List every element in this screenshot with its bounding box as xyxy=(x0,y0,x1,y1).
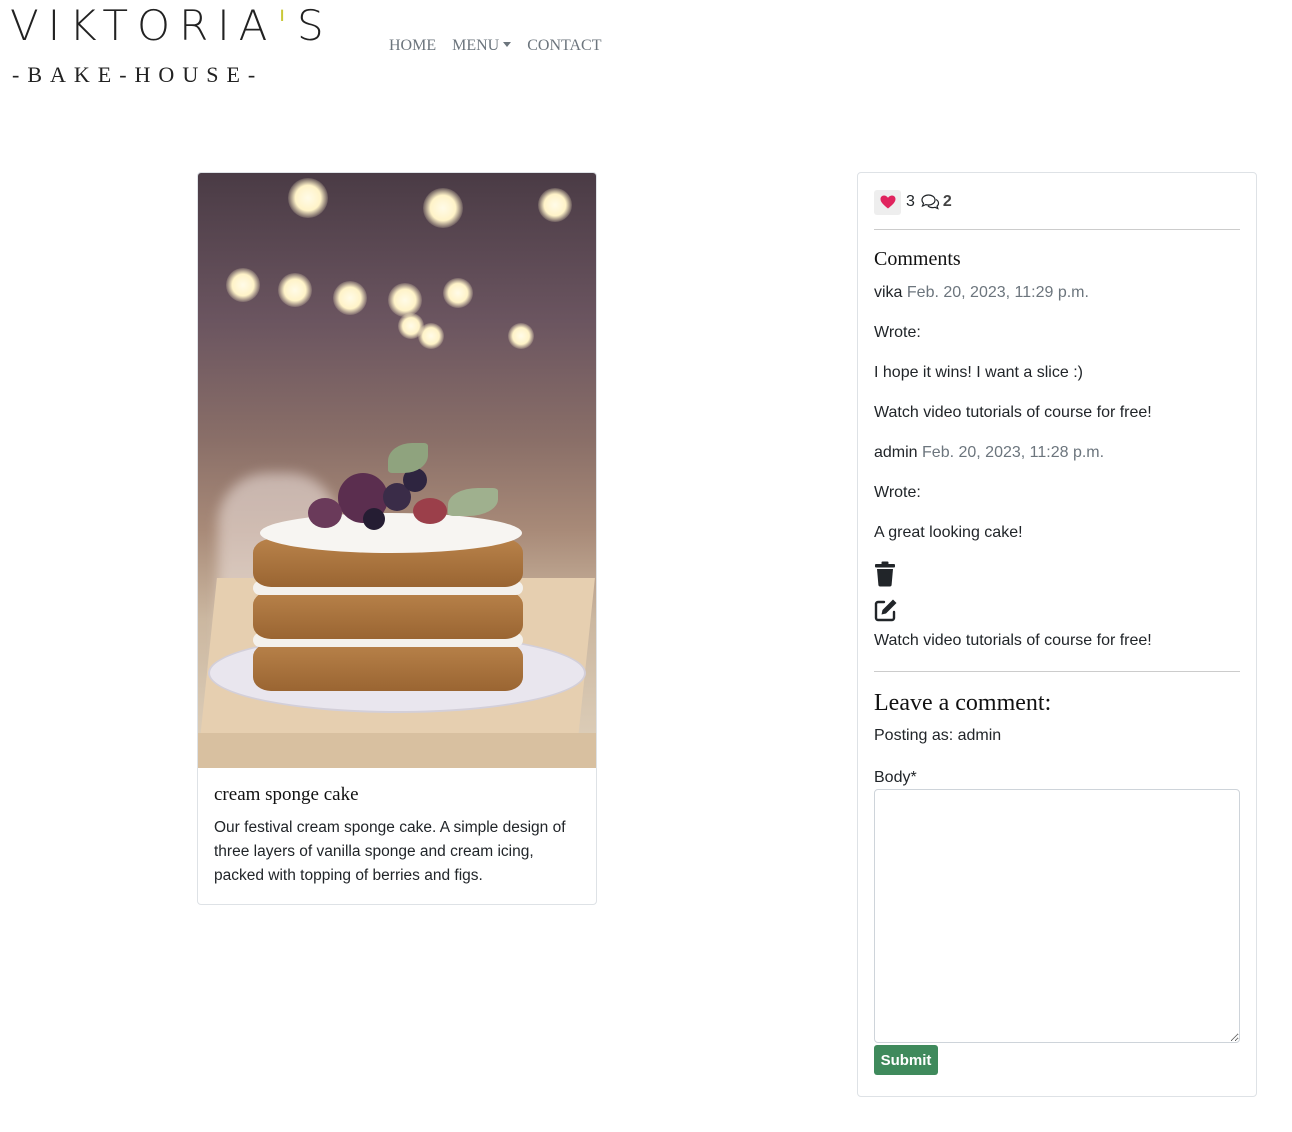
comment-item: vika Feb. 20, 2023, 11:29 p.m. Wrote: I … xyxy=(874,283,1240,423)
post-description: Our festival cream sponge cake. A simple… xyxy=(214,819,566,884)
nav-contact[interactable]: CONTACT xyxy=(527,37,601,55)
divider xyxy=(874,229,1240,230)
nav-menu-label: MENU xyxy=(452,37,500,54)
caret-down-icon xyxy=(503,41,512,47)
like-button[interactable] xyxy=(874,189,901,215)
comment-item: admin Feb. 20, 2023, 11:28 p.m. Wrote: A… xyxy=(874,443,1240,651)
posting-as-text: Posting as: admin xyxy=(874,727,1002,744)
leave-comment-heading: Leave a comment: xyxy=(874,690,1052,716)
body-label: Body* xyxy=(874,769,917,786)
comment-date: Feb. 20, 2023, 11:29 p.m. xyxy=(906,284,1089,301)
brand-apostrophe: ' xyxy=(276,1,297,50)
nav-home[interactable]: HOME xyxy=(389,37,436,55)
comment-meta: vika Feb. 20, 2023, 11:29 p.m. xyxy=(874,283,1240,303)
comments-icon xyxy=(921,194,940,210)
heart-icon xyxy=(880,195,895,209)
comment-date: Feb. 20, 2023, 11:28 p.m. xyxy=(922,444,1105,461)
divider xyxy=(874,671,1240,672)
comment-meta: admin Feb. 20, 2023, 11:28 p.m. xyxy=(874,443,1240,463)
like-count: 3 xyxy=(906,193,915,210)
comment-wrote: Wrote: xyxy=(874,324,921,341)
submit-button[interactable]: Submit xyxy=(874,1045,938,1075)
brand-logo[interactable]: VIKTORIA'S -BAKE-HOUSE- xyxy=(10,4,333,88)
cake-image xyxy=(198,173,596,768)
brand-subtitle: -BAKE-HOUSE- xyxy=(12,62,264,87)
post-stats: 3 2 xyxy=(874,189,1240,215)
main-nav: HOME MENU CONTACT xyxy=(389,37,602,55)
comment-body-input[interactable] xyxy=(874,789,1240,1043)
comments-card: 3 2 Comments vika Feb. 20, 2023, 11:29 p… xyxy=(857,172,1257,1097)
comments-heading: Comments xyxy=(874,248,961,270)
post-card: cream sponge cake Our festival cream spo… xyxy=(197,172,597,905)
post-body: cream sponge cake Our festival cream spo… xyxy=(198,768,596,904)
post-title: cream sponge cake xyxy=(214,784,359,805)
comment-body: A great looking cake! xyxy=(874,524,1023,541)
nav-menu-dropdown[interactable]: MENU xyxy=(452,37,512,55)
edit-comment-button[interactable] xyxy=(874,595,1240,625)
comment-author: admin xyxy=(874,444,918,461)
comment-wrote: Wrote: xyxy=(874,484,921,501)
brand-title: VIKTORIA'S xyxy=(10,1,333,50)
comment-footer: Watch video tutorials of course for free… xyxy=(874,632,1152,649)
delete-comment-button[interactable] xyxy=(874,559,1240,589)
trash-icon xyxy=(875,561,895,587)
comment-body: I hope it wins! I want a slice :) xyxy=(874,364,1083,381)
edit-icon xyxy=(874,599,897,622)
comment-author: vika xyxy=(874,284,903,301)
comment-count: 2 xyxy=(942,193,952,210)
comment-footer: Watch video tutorials of course for free… xyxy=(874,404,1152,421)
